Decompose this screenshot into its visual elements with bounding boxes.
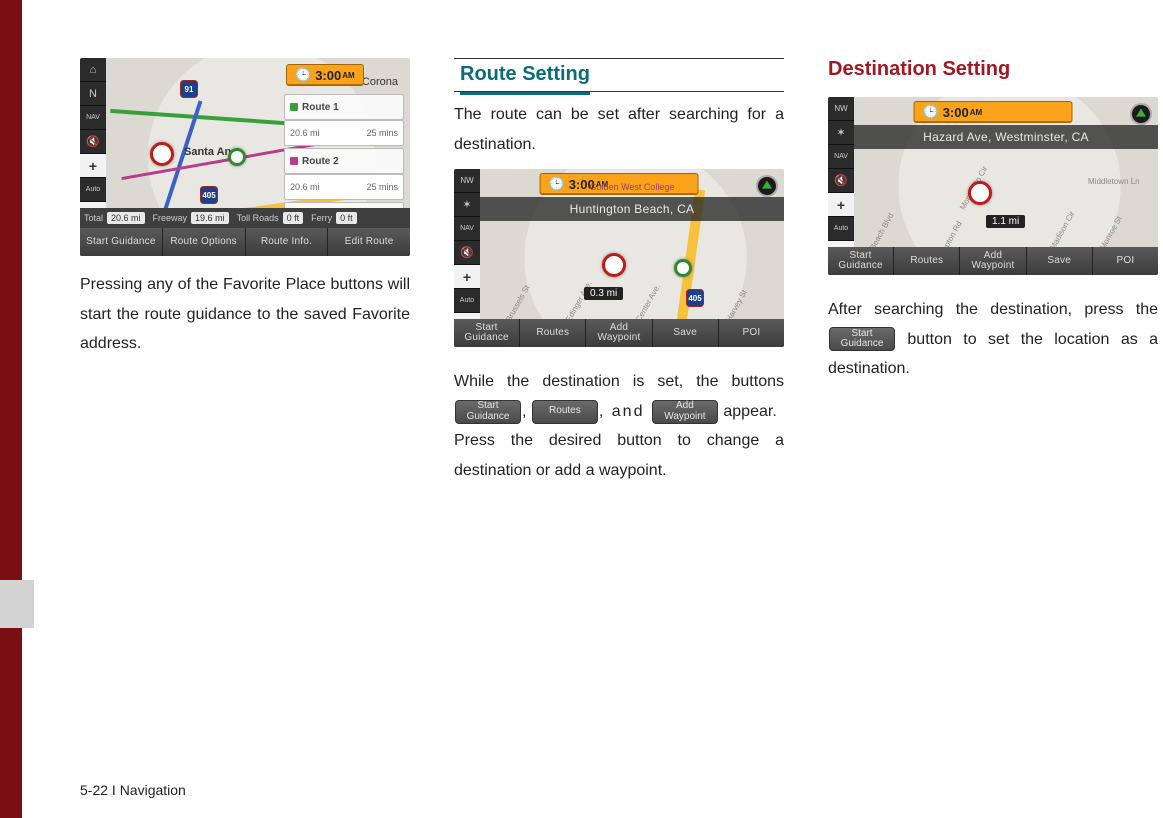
destination-bottom-bar: Start Guidance Routes Add Waypoint Save … (828, 247, 1158, 275)
clock-time: 3:00 (315, 68, 341, 83)
add-waypoint-button[interactable]: Add Waypoint (960, 247, 1026, 275)
route-setting-para3: Press the desired button to change a des… (454, 426, 784, 485)
auto-zoom-icon[interactable]: Auto (828, 217, 854, 241)
route-setting-para2: While the destination is set, the button… (454, 367, 784, 426)
column-2: Route Setting The route can be set after… (454, 58, 784, 778)
location-label: Hazard Ave, Westminster, CA (854, 125, 1158, 149)
target-pin (602, 253, 626, 277)
shield-91: 91 (180, 80, 198, 98)
side-red-strip (0, 0, 22, 818)
clock-chip: 🕒 3:00 AM (286, 64, 364, 86)
route-card-2[interactable]: Route 2 (284, 148, 404, 174)
heading-icon[interactable]: NW (828, 97, 854, 121)
route-card-1[interactable]: Route 1 (284, 94, 404, 120)
compass-icon[interactable]: ✶ (454, 193, 480, 217)
clock-suffix: AM (342, 71, 354, 80)
destination-setting-title: Destination Setting (828, 58, 1158, 87)
add-waypoint-button[interactable]: Add Waypoint (586, 319, 652, 347)
poi-button[interactable]: POI (719, 319, 784, 347)
inline-start-guidance-button[interactable]: Start Guidance (829, 327, 895, 351)
nav-mode-icon[interactable]: NAV (80, 106, 106, 130)
page-footer: 5-22 I Navigation (80, 782, 186, 798)
column-3: Destination Setting Beach Blvd Monticell… (828, 58, 1158, 778)
north-icon[interactable]: N (80, 82, 106, 106)
route-name: Route 1 (302, 102, 398, 113)
start-guidance-button[interactable]: Start Guidance (828, 247, 894, 275)
nav-mode-icon[interactable]: NAV (828, 145, 854, 169)
column-1: 91 405 Corona Santa Ana ⌂ N NAV 🔇 + Auto… (80, 58, 410, 778)
shield-405: 405 (200, 186, 218, 204)
routes-button[interactable]: Routes (520, 319, 586, 347)
clock-chip: 🕒 3:00 AM (914, 101, 1073, 123)
route-card-1-detail: 20.6 mi 25 mins (284, 120, 404, 146)
destination-setting-para: After searching the destination, press t… (828, 295, 1158, 384)
compass-icon[interactable]: ✶ (828, 121, 854, 145)
save-button[interactable]: Save (1027, 247, 1093, 275)
destination-setting-screenshot: Beach Blvd Monticello Cir Lepton Rd Madi… (828, 97, 1158, 275)
location-label: Huntington Beach, CA (480, 197, 784, 221)
home-icon[interactable]: ⌂ (80, 58, 106, 82)
route-setting-bottom-bar: Start Guidance Routes Add Waypoint Save … (454, 319, 784, 347)
compass-rose-icon[interactable] (1130, 103, 1152, 125)
favorite-route-screenshot: 91 405 Corona Santa Ana ⌂ N NAV 🔇 + Auto… (80, 58, 410, 256)
route-stats-bar: Total 20.6 mi Freeway 19.6 mi Toll Roads… (80, 208, 410, 228)
route-setting-screenshot: 405 Brussels St Edinger Ave. Center Ave.… (454, 169, 784, 347)
edit-route-button[interactable]: Edit Route (328, 228, 410, 256)
route-card-2-detail: 20.6 mi 25 mins (284, 174, 404, 200)
start-guidance-button[interactable]: Start Guidance (80, 228, 163, 256)
mute-icon[interactable]: 🔇 (454, 241, 480, 265)
dest-pin (228, 148, 246, 166)
city-label-corona: Corona (362, 76, 398, 88)
swatch-icon (290, 103, 298, 111)
distance-badge: 1.1 mi (986, 215, 1025, 228)
auto-zoom-icon[interactable]: Auto (80, 178, 106, 202)
side-grey-tab (0, 580, 34, 628)
inline-start-guidance-button[interactable]: Start Guidance (455, 400, 521, 424)
favorite-caption: Pressing any of the Favorite Place butto… (80, 270, 410, 359)
nav-mode-icon[interactable]: NAV (454, 217, 480, 241)
inline-add-waypoint-button[interactable]: Add Waypoint (652, 400, 718, 424)
start-guidance-button[interactable]: Start Guidance (454, 319, 520, 347)
route-info-button[interactable]: Route Info. (246, 228, 329, 256)
target-pin (968, 181, 992, 205)
clock-chip: 🕒 3:00 AM (540, 173, 699, 195)
swatch-icon (290, 157, 298, 165)
route-setting-title: Route Setting (454, 58, 784, 92)
route-setting-intro: The route can be set after searching for… (454, 100, 784, 159)
zoom-in-icon[interactable]: + (80, 154, 106, 178)
route-name: Route 2 (302, 156, 398, 167)
inline-routes-button[interactable]: Routes (532, 400, 598, 424)
zoom-in-icon[interactable]: + (828, 193, 854, 217)
routes-button[interactable]: Routes (894, 247, 960, 275)
street-label: Middletown Ln (1088, 177, 1140, 186)
heading-icon[interactable]: NW (454, 169, 480, 193)
origin-pin (150, 142, 174, 166)
shield-405: 405 (686, 289, 704, 307)
route-bottom-bar: Start Guidance Route Options Route Info.… (80, 228, 410, 256)
zoom-in-icon[interactable]: + (454, 265, 480, 289)
auto-zoom-icon[interactable]: Auto (454, 289, 480, 313)
poi-button[interactable]: POI (1093, 247, 1158, 275)
distance-badge: 0.3 mi (584, 287, 623, 300)
route-options-button[interactable]: Route Options (163, 228, 246, 256)
save-button[interactable]: Save (653, 319, 719, 347)
mute-icon[interactable]: 🔇 (80, 130, 106, 154)
mute-icon[interactable]: 🔇 (828, 169, 854, 193)
